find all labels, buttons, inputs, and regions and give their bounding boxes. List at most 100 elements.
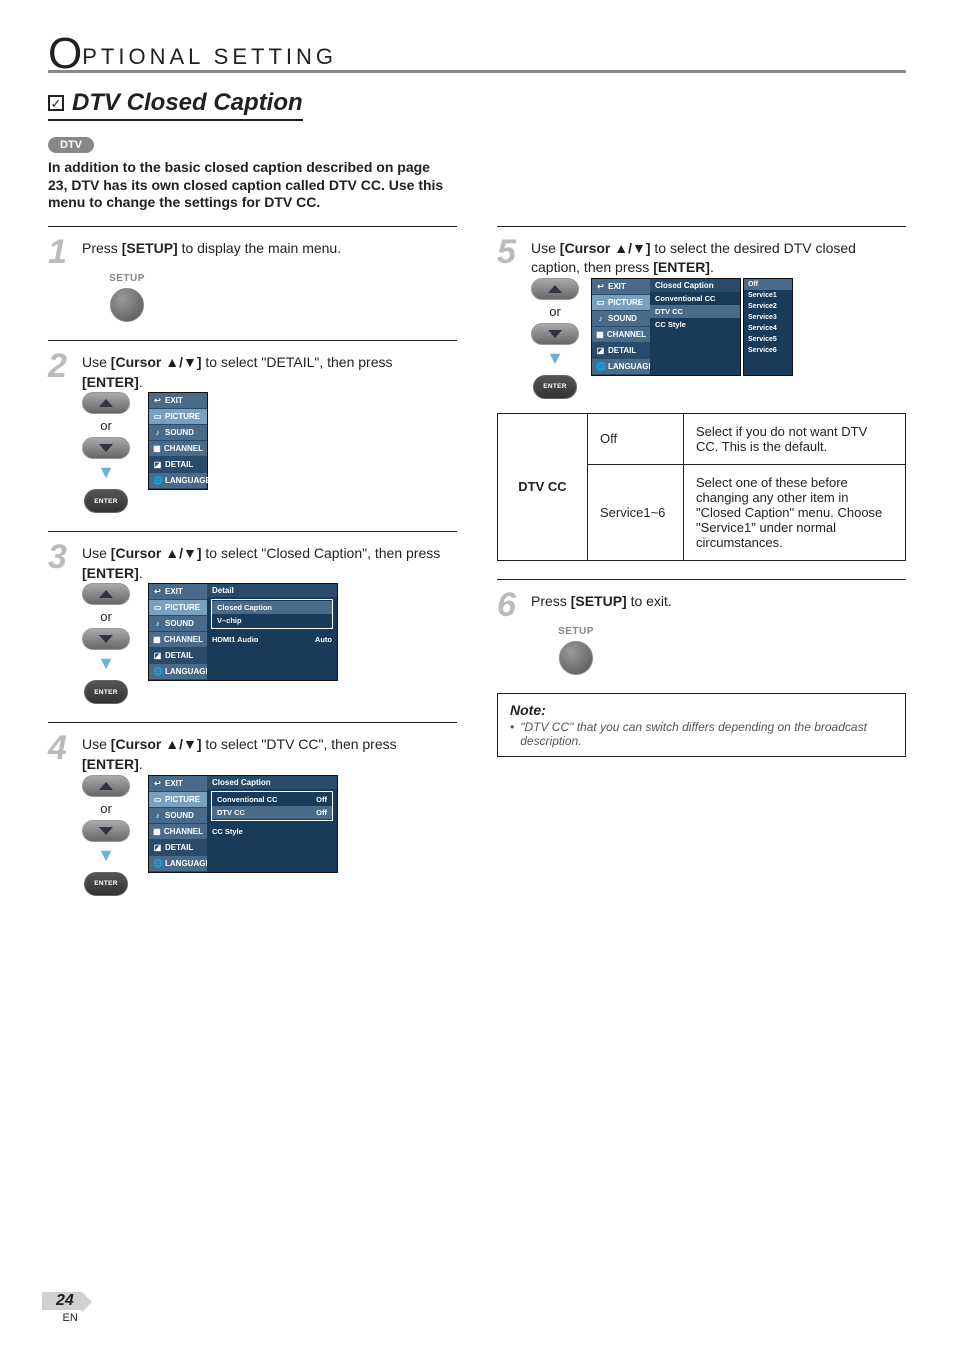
page-header: O PTIONAL SETTING xyxy=(48,28,906,72)
or-text: or xyxy=(100,609,112,624)
step-divider xyxy=(48,226,457,227)
osd-option: Service4 xyxy=(744,323,792,334)
picture-icon: ▭ xyxy=(153,412,162,421)
enter-button-icon: ENTER xyxy=(84,872,128,896)
setup-label: SETUP xyxy=(109,273,145,284)
or-text: or xyxy=(100,801,112,816)
step-number-1: 1 xyxy=(48,237,72,268)
checkbox-icon: ✓ xyxy=(48,95,64,111)
step-divider xyxy=(497,226,906,227)
table-option-service: Service1~6 xyxy=(588,464,684,560)
page-footer: 24 EN xyxy=(42,1292,82,1324)
section-title: DTV Closed Caption xyxy=(72,89,303,117)
step-3-text: Use [Cursor ▲/▼] to select "Closed Capti… xyxy=(82,542,457,583)
step-6-text: Press [SETUP] to exit. xyxy=(531,590,672,612)
osd-row: Conventional CC xyxy=(650,292,740,305)
or-text: or xyxy=(100,418,112,433)
dtv-badge: DTV xyxy=(48,137,94,153)
step-number-6: 6 xyxy=(497,590,521,621)
cursor-down-icon xyxy=(82,437,130,459)
osd-dtvcc-menu: ↩EXIT ▭PICTURE ♪SOUND ▦CHANNEL ◪DETAIL 🌐… xyxy=(591,278,793,376)
step-divider xyxy=(48,340,457,341)
osd-option: Service2 xyxy=(744,301,792,312)
setup-label: SETUP xyxy=(558,626,594,637)
bullet-icon: • xyxy=(510,720,514,748)
step-number-5: 5 xyxy=(497,237,521,268)
note-title: Note: xyxy=(510,702,893,718)
osd-row: HDMI1 AudioAuto xyxy=(207,633,337,646)
exit-icon: ↩ xyxy=(153,396,162,405)
cursor-up-icon xyxy=(82,775,130,797)
cursor-down-icon xyxy=(82,628,130,650)
table-desc-off: Select if you do not want DTV CC. This i… xyxy=(684,413,906,464)
osd-row: Conventional CCOff xyxy=(212,793,332,806)
page-number: 24 xyxy=(42,1292,82,1310)
detail-icon: ◪ xyxy=(153,460,162,469)
step-divider xyxy=(497,579,906,580)
osd-detail-menu: ↩EXIT ▭PICTURE ♪SOUND ▦CHANNEL ◪DETAIL 🌐… xyxy=(148,583,338,681)
chevron-down-icon: ▼ xyxy=(97,846,115,864)
osd-row: Closed Caption xyxy=(212,601,332,614)
chevron-down-icon: ▼ xyxy=(546,349,564,367)
osd-row: DTV CC xyxy=(650,305,740,318)
cursor-up-icon xyxy=(82,392,130,414)
osd-option: Service3 xyxy=(744,312,792,323)
note-text: "DTV CC" that you can switch differs dep… xyxy=(520,720,893,748)
step-5-text: Use [Cursor ▲/▼] to select the desired D… xyxy=(531,237,906,278)
osd-row: V–chip xyxy=(212,614,332,627)
osd-left-list: ↩EXIT ▭PICTURE ♪SOUND ▦CHANNEL ◪DETAIL 🌐… xyxy=(149,393,207,489)
intro-text: In addition to the basic closed caption … xyxy=(48,159,448,212)
osd-option: Service1 xyxy=(744,290,792,301)
osd-option: Service6 xyxy=(744,345,792,356)
step-2-text: Use [Cursor ▲/▼] to select "DETAIL", the… xyxy=(82,351,457,392)
table-option-off: Off xyxy=(588,413,684,464)
chevron-down-icon: ▼ xyxy=(97,654,115,672)
language-icon: 🌐 xyxy=(153,476,162,485)
table-label: DTV CC xyxy=(498,413,588,560)
osd-option: Service5 xyxy=(744,334,792,345)
step-1-text: Press [SETUP] to display the main menu. xyxy=(82,237,341,259)
osd-option-list: Off Service1 Service2 Service3 Service4 … xyxy=(743,278,793,376)
step-divider xyxy=(48,722,457,723)
osd-row: CC Style xyxy=(650,318,740,331)
cursor-nav-figure: or ▼ ENTER xyxy=(82,583,130,704)
table-desc-service: Select one of these before changing any … xyxy=(684,464,906,560)
cursor-nav-figure: or ▼ ENTER xyxy=(531,278,579,399)
header-title: PTIONAL SETTING xyxy=(82,44,337,72)
enter-button-icon: ENTER xyxy=(84,489,128,513)
step-4-text: Use [Cursor ▲/▼] to select "DTV CC", the… xyxy=(82,733,457,774)
osd-cc-menu: ↩EXIT ▭PICTURE ♪SOUND ▦CHANNEL ◪DETAIL 🌐… xyxy=(148,775,338,873)
cursor-down-icon xyxy=(531,323,579,345)
osd-option: Off xyxy=(744,279,792,290)
cursor-up-icon xyxy=(531,278,579,300)
setup-button-figure: SETUP xyxy=(82,273,172,322)
cursor-up-icon xyxy=(82,583,130,605)
section-heading: ✓ DTV Closed Caption xyxy=(48,89,303,121)
setup-button-figure: SETUP xyxy=(531,626,621,675)
sound-icon: ♪ xyxy=(153,428,162,437)
page-language: EN xyxy=(63,1312,78,1324)
osd-panel-header: Closed Caption xyxy=(207,776,337,789)
enter-button-icon: ENTER xyxy=(533,375,577,399)
cursor-nav-figure: or ▼ ENTER xyxy=(82,392,130,513)
note-box: Note: • "DTV CC" that you can switch dif… xyxy=(497,693,906,757)
setup-button-icon xyxy=(559,641,593,675)
enter-button-icon: ENTER xyxy=(84,680,128,704)
step-number-4: 4 xyxy=(48,733,72,764)
dtvcc-info-table: DTV CC Off Select if you do not want DTV… xyxy=(497,413,906,561)
setup-button-icon xyxy=(110,288,144,322)
or-text: or xyxy=(549,304,561,319)
step-number-3: 3 xyxy=(48,542,72,573)
osd-main-menu: ↩EXIT ▭PICTURE ♪SOUND ▦CHANNEL ◪DETAIL 🌐… xyxy=(148,392,208,490)
chevron-down-icon: ▼ xyxy=(97,463,115,481)
cursor-down-icon xyxy=(82,820,130,842)
step-number-2: 2 xyxy=(48,351,72,382)
channel-icon: ▦ xyxy=(153,444,161,453)
osd-panel-header: Detail xyxy=(207,584,337,597)
cursor-nav-figure: or ▼ ENTER xyxy=(82,775,130,896)
step-divider xyxy=(48,531,457,532)
header-big-letter: O xyxy=(48,32,82,76)
osd-row: DTV CCOff xyxy=(212,806,332,819)
osd-row: CC Style xyxy=(207,825,337,838)
osd-left-list: ↩EXIT ▭PICTURE ♪SOUND ▦CHANNEL ◪DETAIL 🌐… xyxy=(149,584,207,680)
